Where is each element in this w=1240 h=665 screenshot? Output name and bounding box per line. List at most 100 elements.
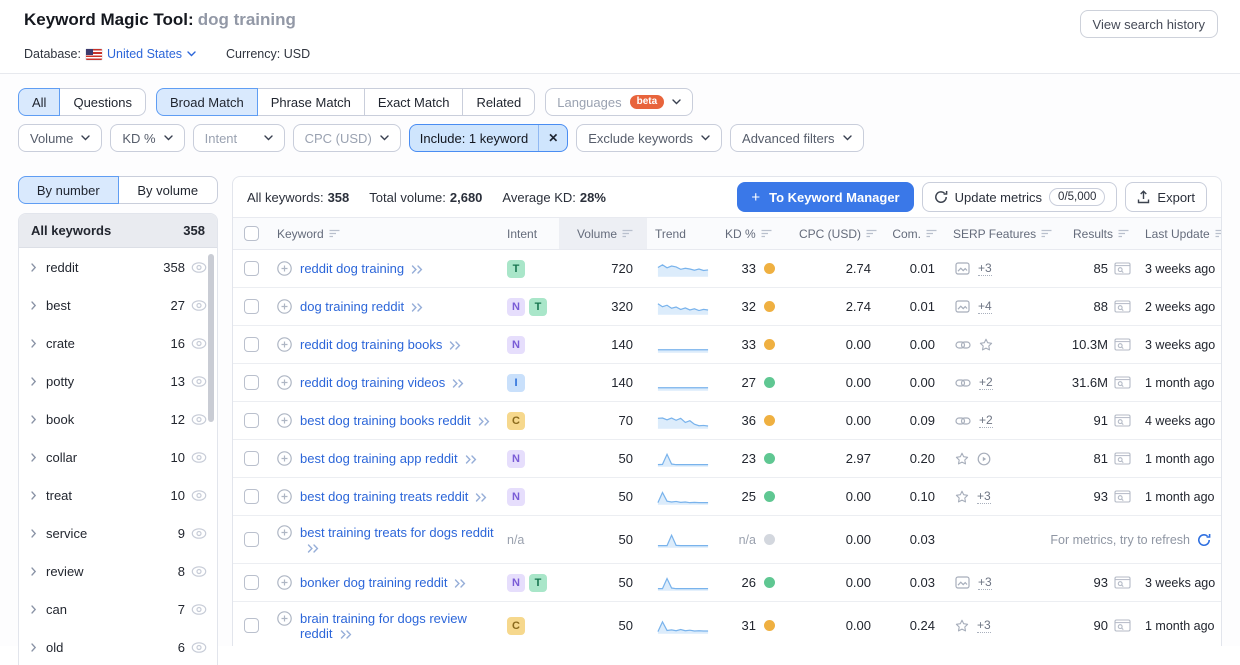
eye-icon[interactable] bbox=[191, 642, 207, 653]
row-checkbox[interactable] bbox=[244, 375, 259, 390]
plus-circle-icon[interactable] bbox=[277, 489, 292, 504]
refresh-blue-icon[interactable] bbox=[1222, 452, 1223, 466]
match-tab-broad-match[interactable]: Broad Match bbox=[156, 88, 258, 116]
intent-filter-dropdown[interactable]: Intent bbox=[193, 124, 285, 152]
double-chevron-icon[interactable] bbox=[307, 544, 320, 553]
refresh-blue-icon[interactable] bbox=[1222, 376, 1223, 390]
plus-circle-icon[interactable] bbox=[277, 337, 292, 352]
eye-icon[interactable] bbox=[191, 300, 207, 311]
row-checkbox[interactable] bbox=[244, 532, 259, 547]
double-chevron-icon[interactable] bbox=[411, 265, 424, 274]
row-checkbox[interactable] bbox=[244, 451, 259, 466]
eye-icon[interactable] bbox=[191, 376, 207, 387]
serp-features-more[interactable]: +3 bbox=[977, 489, 991, 504]
serp-preview-icon[interactable] bbox=[1114, 300, 1131, 313]
match-tab-all[interactable]: All bbox=[18, 88, 60, 116]
sidebar-group-potty[interactable]: potty 13 bbox=[19, 362, 217, 400]
sidebar-group-best[interactable]: best 27 bbox=[19, 286, 217, 324]
sidebar-group-old[interactable]: old 6 bbox=[19, 628, 217, 665]
eye-icon[interactable] bbox=[191, 490, 207, 501]
match-tab-questions[interactable]: Questions bbox=[59, 88, 146, 116]
all-keywords-header[interactable]: All keywords 358 bbox=[19, 214, 217, 248]
double-chevron-icon[interactable] bbox=[452, 379, 465, 388]
sidebar-group-can[interactable]: can 7 bbox=[19, 590, 217, 628]
row-checkbox[interactable] bbox=[244, 618, 259, 633]
serp-features-more[interactable]: +3 bbox=[978, 575, 992, 590]
row-checkbox[interactable] bbox=[244, 337, 259, 352]
select-all-checkbox[interactable] bbox=[244, 226, 259, 241]
column-header-intent[interactable]: Intent bbox=[499, 218, 559, 249]
sidebar-group-crate[interactable]: crate 16 bbox=[19, 324, 217, 362]
serp-features-more[interactable]: +2 bbox=[979, 375, 993, 390]
keyword-link[interactable]: bonker dog training reddit bbox=[300, 575, 467, 590]
keyword-link[interactable]: reddit dog training bbox=[300, 261, 424, 276]
serp-preview-icon[interactable] bbox=[1114, 338, 1131, 351]
keyword-link[interactable]: best training treats for dogs reddit bbox=[300, 525, 497, 555]
plus-circle-icon[interactable] bbox=[277, 413, 292, 428]
cpc-usd-filter-dropdown[interactable]: CPC (USD) bbox=[293, 124, 401, 152]
eye-icon[interactable] bbox=[191, 452, 207, 463]
column-header-results[interactable]: Results bbox=[1055, 218, 1137, 249]
sidebar-toggle-by-number[interactable]: By number bbox=[18, 176, 119, 204]
keyword-link[interactable]: best dog training treats reddit bbox=[300, 489, 488, 504]
match-tab-related[interactable]: Related bbox=[462, 88, 535, 116]
row-checkbox[interactable] bbox=[244, 299, 259, 314]
double-chevron-icon[interactable] bbox=[411, 303, 424, 312]
row-checkbox[interactable] bbox=[244, 261, 259, 276]
keyword-link[interactable]: best dog training app reddit bbox=[300, 451, 478, 466]
update-metrics-button[interactable]: Update metrics 0/5,000 bbox=[922, 182, 1118, 212]
plus-circle-icon[interactable] bbox=[277, 451, 292, 466]
match-tab-phrase-match[interactable]: Phrase Match bbox=[257, 88, 365, 116]
serp-features-more[interactable]: +3 bbox=[978, 261, 992, 276]
double-chevron-icon[interactable] bbox=[454, 579, 467, 588]
plus-circle-icon[interactable] bbox=[277, 261, 292, 276]
match-tab-exact-match[interactable]: Exact Match bbox=[364, 88, 464, 116]
eye-icon[interactable] bbox=[191, 604, 207, 615]
sidebar-group-book[interactable]: book 12 bbox=[19, 400, 217, 438]
sidebar-group-collar[interactable]: collar 10 bbox=[19, 438, 217, 476]
refresh-blue-icon[interactable] bbox=[1222, 619, 1223, 633]
sidebar-group-treat[interactable]: treat 10 bbox=[19, 476, 217, 514]
serp-preview-icon[interactable] bbox=[1114, 452, 1131, 465]
sidebar-scrollbar[interactable] bbox=[208, 254, 214, 422]
serp-preview-icon[interactable] bbox=[1114, 490, 1131, 503]
sidebar-group-service[interactable]: service 9 bbox=[19, 514, 217, 552]
exclude-keywords-filter-dropdown[interactable]: Exclude keywords bbox=[576, 124, 722, 152]
column-header-serp-features[interactable]: SERP Features bbox=[945, 218, 1055, 249]
double-chevron-icon[interactable] bbox=[449, 341, 462, 350]
eye-icon[interactable] bbox=[191, 414, 207, 425]
keyword-link[interactable]: reddit dog training videos bbox=[300, 375, 465, 390]
row-checkbox[interactable] bbox=[244, 413, 259, 428]
serp-features-more[interactable]: +2 bbox=[979, 413, 993, 428]
sidebar-group-reddit[interactable]: reddit 358 bbox=[19, 248, 217, 286]
serp-preview-icon[interactable] bbox=[1114, 576, 1131, 589]
export-button[interactable]: Export bbox=[1125, 182, 1207, 212]
double-chevron-icon[interactable] bbox=[465, 455, 478, 464]
serp-preview-icon[interactable] bbox=[1114, 619, 1131, 632]
volume-filter-dropdown[interactable]: Volume bbox=[18, 124, 102, 152]
column-header-cpc-usd[interactable]: CPC (USD) bbox=[787, 218, 885, 249]
serp-preview-icon[interactable] bbox=[1114, 262, 1131, 275]
sidebar-toggle-by-volume[interactable]: By volume bbox=[118, 176, 219, 204]
eye-icon[interactable] bbox=[191, 338, 207, 349]
eye-icon[interactable] bbox=[191, 528, 207, 539]
serp-features-more[interactable]: +3 bbox=[977, 618, 991, 633]
column-header-last-update[interactable]: Last Update bbox=[1137, 218, 1222, 249]
eye-icon[interactable] bbox=[191, 262, 207, 273]
plus-circle-icon[interactable] bbox=[277, 525, 292, 540]
plus-circle-icon[interactable] bbox=[277, 575, 292, 590]
eye-icon[interactable] bbox=[191, 566, 207, 577]
serp-preview-icon[interactable] bbox=[1114, 376, 1131, 389]
row-checkbox[interactable] bbox=[244, 489, 259, 504]
remove-include-filter-button[interactable]: ✕ bbox=[538, 125, 567, 151]
column-header-volume[interactable]: Volume bbox=[559, 218, 647, 249]
plus-circle-icon[interactable] bbox=[277, 299, 292, 314]
double-chevron-icon[interactable] bbox=[340, 630, 353, 639]
double-chevron-icon[interactable] bbox=[478, 417, 491, 426]
keyword-link[interactable]: brain training for dogs review reddit bbox=[300, 611, 497, 641]
double-chevron-icon[interactable] bbox=[475, 493, 488, 502]
keyword-link[interactable]: reddit dog training books bbox=[300, 337, 462, 352]
refresh-blue-icon[interactable] bbox=[1222, 490, 1223, 504]
view-search-history-button[interactable]: View search history bbox=[1080, 10, 1218, 38]
languages-dropdown[interactable]: Languages beta bbox=[545, 88, 693, 116]
